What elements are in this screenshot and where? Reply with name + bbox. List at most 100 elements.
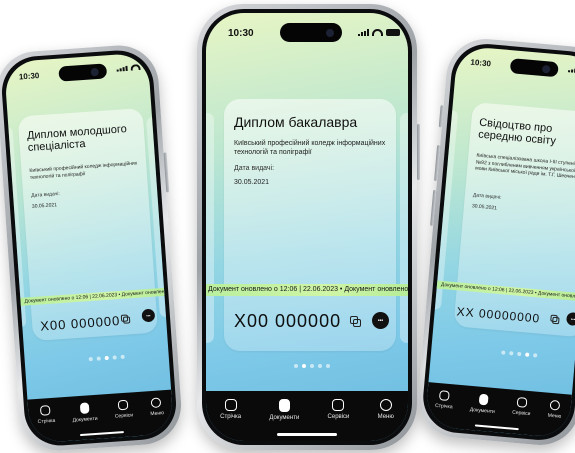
update-ticker: Документ оновлено о 12:06 | 22.06.2023 •… xyxy=(206,284,408,296)
status-icons xyxy=(568,66,575,75)
copy-icon[interactable] xyxy=(550,314,560,325)
document-issuer: Київський професійний коледж інформаційн… xyxy=(29,160,138,181)
page-dot xyxy=(112,355,117,360)
status-time: 10:30 xyxy=(228,28,254,39)
side-button xyxy=(417,124,420,180)
signal-icon xyxy=(116,65,128,72)
prev-card-peek xyxy=(206,113,214,343)
side-button xyxy=(438,105,444,128)
document-number: Х00 000000 xyxy=(234,311,342,331)
documents-icon xyxy=(478,393,489,406)
tab-label: Сервіси xyxy=(327,414,350,420)
wifi-icon xyxy=(130,63,141,71)
page-dot xyxy=(88,357,93,362)
tab-services[interactable]: Сервіси xyxy=(327,399,350,420)
document-card[interactable]: Диплом молодшого спеціаліста Київський п… xyxy=(17,107,159,342)
tab-label: Стрічка xyxy=(37,417,56,425)
more-icon[interactable]: ••• xyxy=(372,312,389,329)
home-indicator xyxy=(474,424,519,431)
document-title: Свідоцтво про середню освіту xyxy=(477,116,557,148)
tab-bar: Стрічка Документи Сервіси Меню xyxy=(424,382,572,439)
document-title: Диплом молодшого спеціаліста xyxy=(26,123,128,155)
tab-menu[interactable]: Меню xyxy=(149,397,164,417)
page-dot xyxy=(294,364,298,368)
tab-label: Документи xyxy=(72,415,98,424)
feed-icon xyxy=(224,399,237,411)
page-dot xyxy=(96,356,101,361)
tab-bar: Стрічка Документи Сервіси Меню xyxy=(206,391,408,441)
document-card[interactable]: Свідоцтво про середню освіту Київська сп… xyxy=(453,101,575,338)
tab-label: Документи xyxy=(469,406,495,416)
phone-screen: 10:30 Диплом молодшого спеціаліста Київс… xyxy=(3,52,175,444)
tab-documents[interactable]: Документи xyxy=(470,393,497,415)
copy-icon[interactable] xyxy=(120,314,131,324)
copy-icon[interactable] xyxy=(350,316,361,327)
issue-date-value: 30.05.2021 xyxy=(234,179,270,186)
dynamic-island xyxy=(509,58,559,78)
document-issuer: Київська спеціалізована школа І-ІІІ ступ… xyxy=(475,152,575,181)
page-dot xyxy=(326,364,330,368)
status-icons xyxy=(116,63,154,72)
page-dot xyxy=(533,353,538,358)
issue-date-label: Дата видачі: xyxy=(234,165,275,172)
tab-label: Документи xyxy=(269,415,300,421)
side-button xyxy=(434,145,441,182)
page-dot xyxy=(501,350,506,355)
issue-date-label: Дата видачі: xyxy=(472,192,502,201)
status-time: 10:30 xyxy=(18,71,40,82)
page-dot-active xyxy=(525,352,530,357)
tab-label: Меню xyxy=(377,414,394,420)
issue-date-value: 30.05.2021 xyxy=(31,202,58,210)
tab-services[interactable]: Сервіси xyxy=(114,399,134,420)
tab-menu[interactable]: Меню xyxy=(547,399,562,420)
services-icon xyxy=(117,399,129,411)
documents-icon xyxy=(79,402,90,415)
dynamic-island xyxy=(58,63,108,82)
feed-icon xyxy=(439,390,451,402)
tab-label: Сервіси xyxy=(511,409,531,418)
tab-documents[interactable]: Документи xyxy=(71,402,98,424)
feed-icon xyxy=(40,405,52,416)
page-dots xyxy=(501,350,538,358)
menu-icon xyxy=(549,399,561,411)
tab-menu[interactable]: Меню xyxy=(378,399,394,420)
signal-icon xyxy=(358,29,369,36)
tab-label: Меню xyxy=(150,410,165,418)
tab-feed[interactable]: Стрічка xyxy=(435,390,454,410)
tab-feed[interactable]: Стрічка xyxy=(37,405,56,425)
tab-label: Сервіси xyxy=(114,412,134,420)
dynamic-island xyxy=(280,23,342,42)
status-time: 10:30 xyxy=(470,57,492,69)
document-title: Диплом бакалавра xyxy=(234,114,358,130)
issue-date-value: 30.05.2021 xyxy=(471,203,498,212)
page-dot-active xyxy=(302,364,306,368)
tab-label: Стрічка xyxy=(434,402,453,411)
phone-left: 10:30 Диплом молодшого спеціаліста Київс… xyxy=(0,42,184,453)
services-icon xyxy=(332,399,345,411)
tab-feed[interactable]: Стрічка xyxy=(220,399,241,420)
page-dot-active xyxy=(104,355,109,361)
battery-icon xyxy=(143,64,154,70)
status-icons xyxy=(358,29,400,36)
services-icon xyxy=(516,396,528,408)
phone-right: 10:30 Свідоцтво про середню освіту Київс… xyxy=(414,35,575,449)
phone-screen: 10:30 Свідоцтво про середню освіту Київс… xyxy=(424,45,575,439)
tab-services[interactable]: Сервіси xyxy=(511,396,532,418)
menu-icon xyxy=(151,397,162,409)
battery-icon xyxy=(386,29,400,36)
tab-label: Стрічка xyxy=(220,414,242,420)
phone-frame: 10:30 Свідоцтво про середню освіту Київс… xyxy=(420,41,575,443)
tab-label: Меню xyxy=(547,412,562,420)
page-dots xyxy=(294,364,330,368)
menu-icon xyxy=(379,399,392,411)
phone-frame: 10:30 Диплом бакалавра Київський професі… xyxy=(202,9,412,445)
home-indicator xyxy=(79,431,124,437)
tab-documents[interactable]: Документи xyxy=(269,399,299,421)
page-dot xyxy=(120,354,125,360)
phone-frame: 10:30 Диплом молодшого спеціаліста Київс… xyxy=(0,48,179,448)
signal-icon xyxy=(568,67,575,73)
next-card-peek xyxy=(400,113,408,343)
side-button xyxy=(430,189,437,226)
page-dots xyxy=(88,354,125,362)
page-dot xyxy=(509,351,514,356)
